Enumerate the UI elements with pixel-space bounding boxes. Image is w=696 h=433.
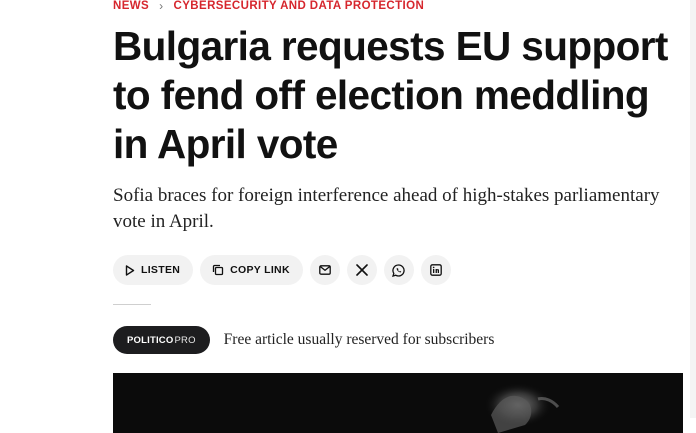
whatsapp-icon: [392, 263, 406, 277]
copy-link-label: COPY LINK: [230, 264, 290, 276]
article-headline: Bulgaria requests EU support to fend off…: [113, 23, 668, 167]
breadcrumb-news-link[interactable]: NEWS: [113, 0, 149, 12]
scrollbar[interactable]: [690, 0, 696, 418]
pro-banner: POLITICO PRO Free article usually reserv…: [113, 326, 494, 354]
share-toolbar: LISTEN COPY LINK: [113, 255, 451, 285]
share-email-button[interactable]: [309, 255, 340, 285]
hero-image: [113, 373, 683, 433]
copy-icon: [212, 264, 224, 276]
politico-pro-badge[interactable]: POLITICO PRO: [113, 326, 210, 354]
pro-badge-brand: POLITICO: [127, 334, 174, 346]
play-icon: [125, 264, 135, 276]
listen-button[interactable]: LISTEN: [113, 255, 194, 285]
divider: [113, 304, 151, 305]
subscriber-note: Free article usually reserved for subscr…: [223, 331, 495, 348]
linkedin-icon: [429, 264, 442, 276]
email-icon: [318, 265, 331, 275]
x-icon: [356, 264, 368, 276]
breadcrumb: NEWS › CYBERSECURITY AND DATA PROTECTION: [113, 0, 424, 13]
breadcrumb-topic-link[interactable]: CYBERSECURITY AND DATA PROTECTION: [174, 0, 425, 12]
listen-label: LISTEN: [141, 264, 181, 276]
article-subhead: Sofia braces for foreign interference ah…: [113, 185, 660, 232]
share-whatsapp-button[interactable]: [383, 255, 414, 285]
breadcrumb-separator: ›: [159, 0, 164, 13]
share-linkedin-button[interactable]: [420, 255, 451, 285]
copy-link-button[interactable]: COPY LINK: [200, 255, 303, 285]
pro-badge-tier: PRO: [174, 334, 196, 346]
share-x-button[interactable]: [346, 255, 377, 285]
